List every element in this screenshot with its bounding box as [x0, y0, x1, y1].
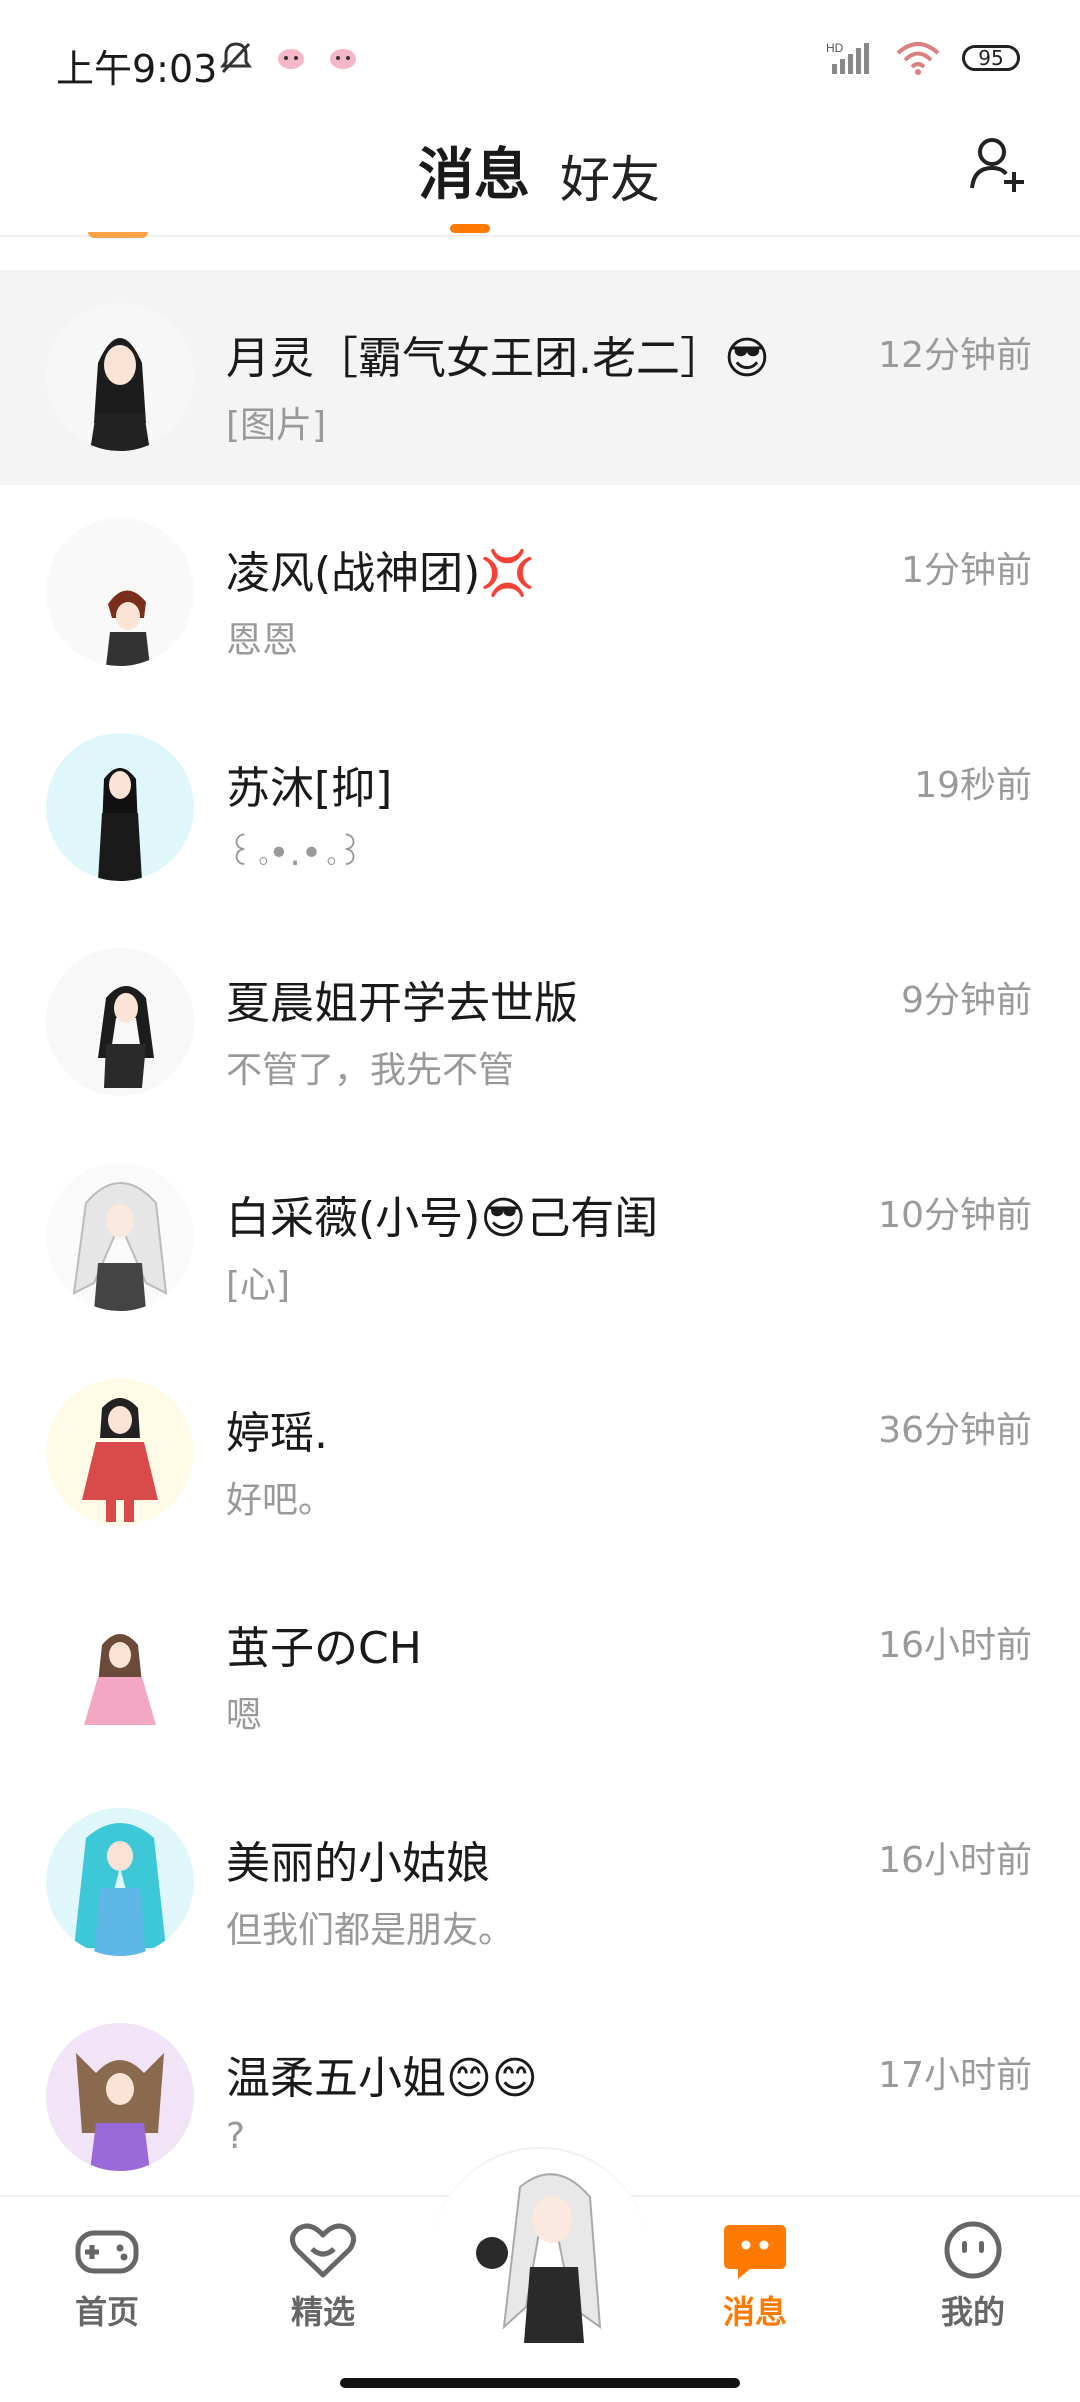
message-preview: 恩恩 [226, 620, 299, 661]
bottom-nav: 首页 精选 消息 我的 [0, 2147, 1080, 2402]
avatar-girl-red-dress-icon [46, 1378, 194, 1526]
nav-label-home: 首页 [74, 2293, 139, 2331]
message-preview: ? [226, 2116, 246, 2157]
pig-notification-icon [278, 49, 304, 69]
nav-label-mine: 我的 [940, 2293, 1005, 2331]
message-item[interactable]: 婷瑶. 好吧。 36分钟前 [0, 1345, 1080, 1560]
message-item[interactable]: 凌风(战神团)💢 恩恩 1分钟前 [0, 485, 1080, 700]
avatar[interactable] [46, 518, 194, 666]
contact-name: 苏沐[抑] [226, 763, 393, 814]
pig-notification-icon-2 [330, 49, 356, 69]
message-time: 17小时前 [878, 2055, 1032, 2096]
message-preview: 但我们都是朋友。 [226, 1910, 515, 1951]
message-item[interactable]: 月灵［霸气女王团.老二］😎 [图片] 12分钟前 [0, 270, 1080, 485]
message-preview: ꒰｡•.•｡꒱ [226, 833, 365, 874]
avatar-girl-cyan-hair-icon [46, 1808, 194, 1956]
avatar-girl-black-hair-icon [46, 303, 194, 451]
active-tab-indicator [450, 224, 490, 233]
avatar-boy-brown-hair-icon [46, 518, 194, 666]
contact-name: 凌风(战神团)💢 [226, 548, 536, 599]
avatar[interactable] [46, 733, 194, 881]
message-item[interactable]: 茧子のCH 嗯 16小时前 [0, 1560, 1080, 1775]
wifi-icon [896, 42, 940, 75]
nav-item-messages[interactable]: 消息 [680, 2219, 830, 2333]
avatar[interactable] [46, 1163, 194, 1311]
nav-item-featured[interactable]: 精选 [248, 2219, 398, 2333]
message-time: 16小时前 [878, 1840, 1032, 1881]
message-list[interactable]: 月灵［霸气女王团.老二］😎 [图片] 12分钟前 凌风(战神团)💢 恩恩 1分钟… [0, 270, 1080, 2205]
add-friend-icon[interactable] [966, 132, 1030, 196]
message-time: 10分钟前 [878, 1195, 1032, 1236]
nav-label-featured: 精选 [290, 2293, 355, 2331]
signal-icon: HD [826, 41, 869, 74]
message-preview: [心] [226, 1265, 291, 1306]
message-time: 9分钟前 [901, 980, 1032, 1021]
message-item[interactable]: 白采薇(小号)😎己有闺 [心] 10分钟前 [0, 1130, 1080, 1345]
avatar-girl-pink-dress-icon [46, 1593, 194, 1741]
avatar-girl-purple-icon [46, 2023, 194, 2171]
message-item[interactable]: 苏沐[抑] ꒰｡•.•｡꒱ 19秒前 [0, 700, 1080, 915]
home-indicator[interactable] [340, 2378, 740, 2388]
contact-name: 月灵［霸气女王团.老二］😎 [226, 333, 770, 384]
center-avatar-icon[interactable] [460, 2157, 620, 2347]
avatar[interactable] [46, 948, 194, 1096]
nav-label-messages: 消息 [722, 2293, 787, 2331]
tab-friends[interactable]: 好友 [560, 140, 660, 212]
status-notification-icons [218, 40, 358, 76]
contact-name: 茧子のCH [226, 1623, 422, 1674]
mute-bell-icon [220, 42, 252, 74]
message-time: 36分钟前 [878, 1410, 1032, 1451]
status-bar: 上午9:03 HD 95 [0, 0, 1080, 120]
avatar[interactable] [46, 1378, 194, 1526]
battery-indicator: 95 [962, 45, 1020, 71]
avatar-girl-white-hair-icon [46, 1163, 194, 1311]
message-time: 1分钟前 [901, 550, 1032, 591]
face-icon [944, 2221, 1002, 2279]
message-icon [724, 2225, 786, 2279]
avatar[interactable] [46, 2023, 194, 2171]
heart-icon [290, 2223, 356, 2278]
header: 消息 好友 [0, 120, 1080, 237]
nav-item-home[interactable]: 首页 [32, 2219, 182, 2333]
message-preview: 嗯 [226, 1695, 263, 1736]
gamepad-icon [75, 2230, 139, 2274]
message-preview: 不管了，我先不管 [226, 1050, 515, 1091]
avatar-girl-black-outfit-icon [46, 733, 194, 881]
message-item[interactable]: 美丽的小姑娘 但我们都是朋友。 16小时前 [0, 1775, 1080, 1990]
status-right-icons: HD 95 [826, 40, 1020, 76]
message-preview: [图片] [226, 405, 327, 446]
contact-name: 婷瑶. [226, 1408, 328, 1459]
avatar[interactable] [46, 1593, 194, 1741]
nav-item-mine[interactable]: 我的 [898, 2219, 1048, 2333]
message-time: 19秒前 [914, 765, 1032, 806]
svg-text:HD: HD [826, 41, 844, 55]
contact-name: 美丽的小姑娘 [226, 1838, 490, 1889]
tab-messages[interactable]: 消息 [418, 130, 530, 211]
contact-name: 温柔五小姐😊😊 [226, 2053, 538, 2104]
scrolled-content-peek [88, 232, 148, 238]
contact-name: 夏晨姐开学去世版 [226, 978, 578, 1029]
status-time: 上午9:03 [56, 47, 218, 91]
contact-name: 白采薇(小号)😎己有闺 [226, 1193, 659, 1244]
message-preview: 好吧。 [226, 1480, 335, 1521]
avatar-girl-twintail-icon [46, 948, 194, 1096]
message-time: 16小时前 [878, 1625, 1032, 1666]
message-item[interactable]: 夏晨姐开学去世版 不管了，我先不管 9分钟前 [0, 915, 1080, 1130]
avatar[interactable] [46, 303, 194, 451]
avatar[interactable] [46, 1808, 194, 1956]
message-time: 12分钟前 [878, 335, 1032, 376]
